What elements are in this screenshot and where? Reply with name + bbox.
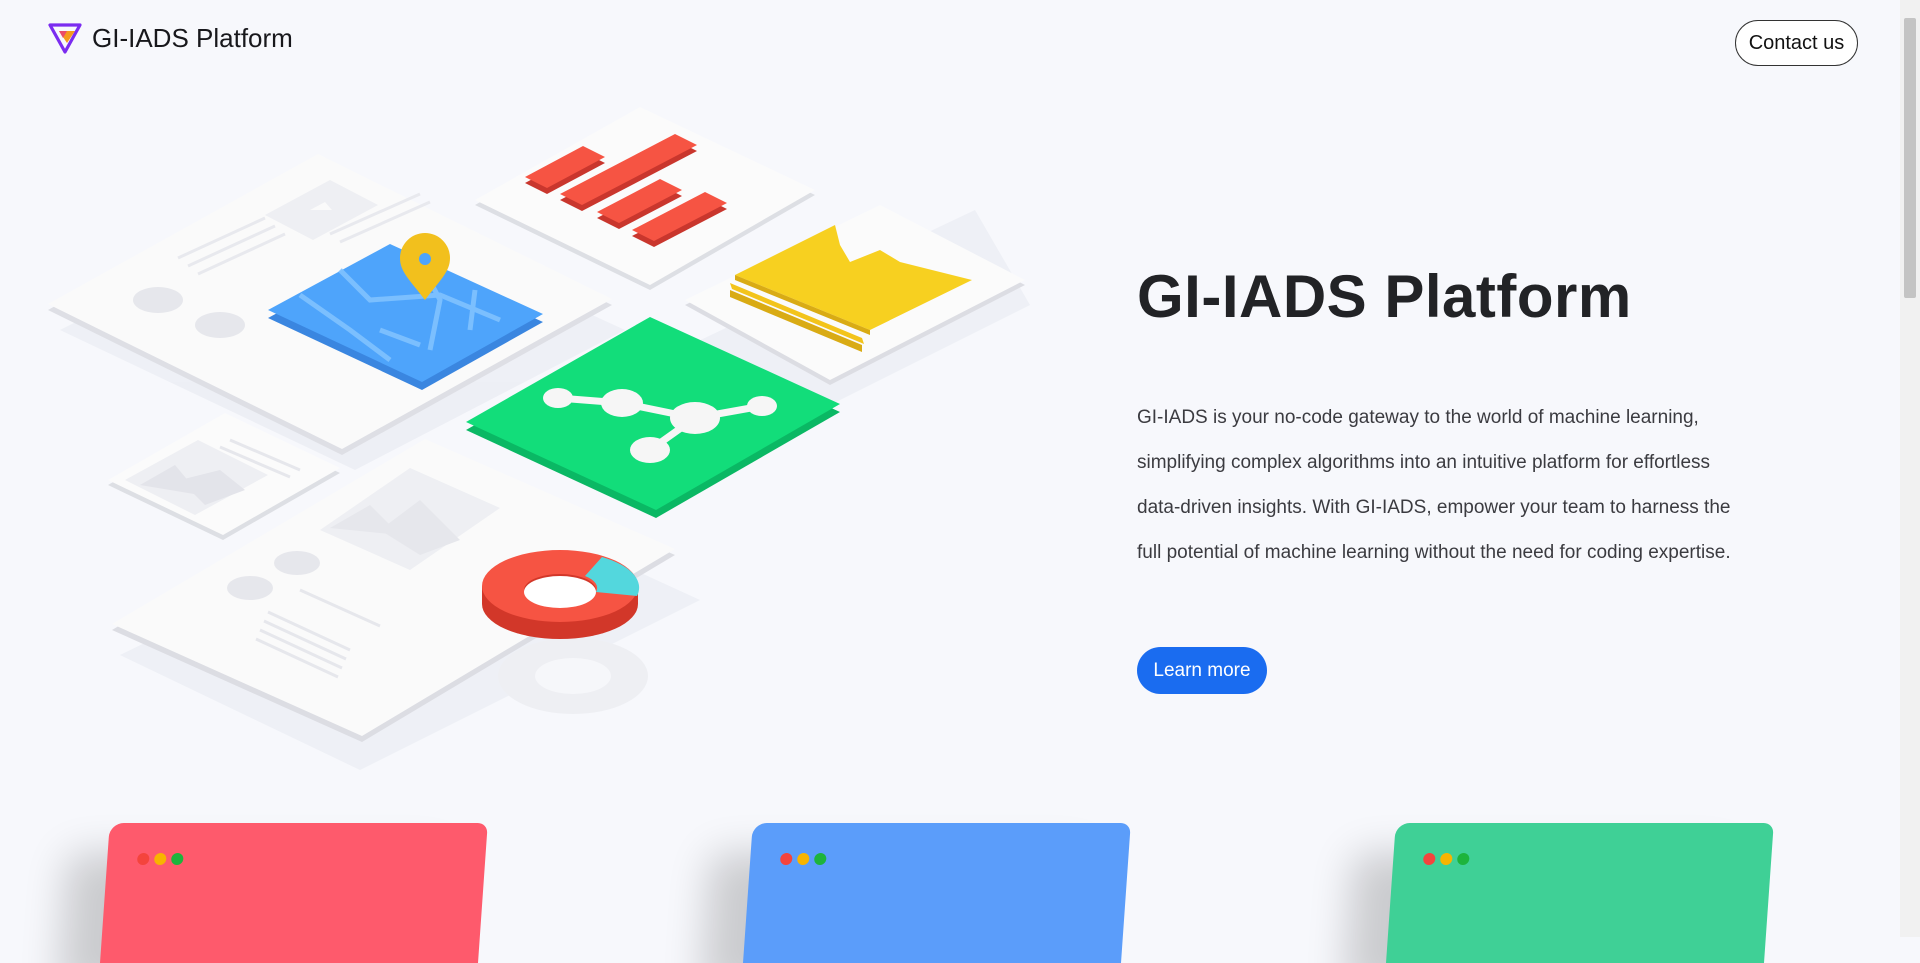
- yellow-dot-icon: [1439, 853, 1453, 865]
- red-dot-icon: [136, 853, 150, 865]
- yellow-dot-icon: [796, 853, 810, 865]
- page-scrollbar[interactable]: [1900, 0, 1920, 937]
- hero-title: GI-IADS Platform: [1137, 263, 1632, 330]
- brand[interactable]: GI-IADS Platform: [48, 22, 293, 54]
- yellow-dot-icon: [153, 853, 167, 865]
- brand-name: GI-IADS Platform: [92, 22, 293, 53]
- feature-card-1[interactable]: [100, 823, 488, 963]
- green-dot-icon: [170, 853, 184, 865]
- donut-chart-icon: [482, 550, 640, 639]
- learn-more-button[interactable]: Learn more: [1137, 647, 1267, 694]
- triangle-v-logo-icon: [48, 23, 82, 54]
- feature-card-2[interactable]: [743, 823, 1131, 963]
- window-controls: [136, 853, 184, 865]
- green-dot-icon: [813, 853, 827, 865]
- green-dot-icon: [1456, 853, 1470, 865]
- scrollbar-thumb[interactable]: [1904, 18, 1916, 298]
- red-dot-icon: [1422, 853, 1436, 865]
- window-controls: [779, 853, 827, 865]
- hero-description: GI-IADS is your no-code gateway to the w…: [1137, 407, 1731, 563]
- isometric-dashboard-illustration-icon: [48, 107, 1030, 770]
- window-controls: [1422, 853, 1470, 865]
- contact-us-button[interactable]: Contact us: [1735, 20, 1858, 66]
- red-dot-icon: [779, 853, 793, 865]
- top-navigation-bar: GI-IADS Platform Contact us: [0, 0, 1900, 80]
- feature-card-3[interactable]: [1386, 823, 1774, 963]
